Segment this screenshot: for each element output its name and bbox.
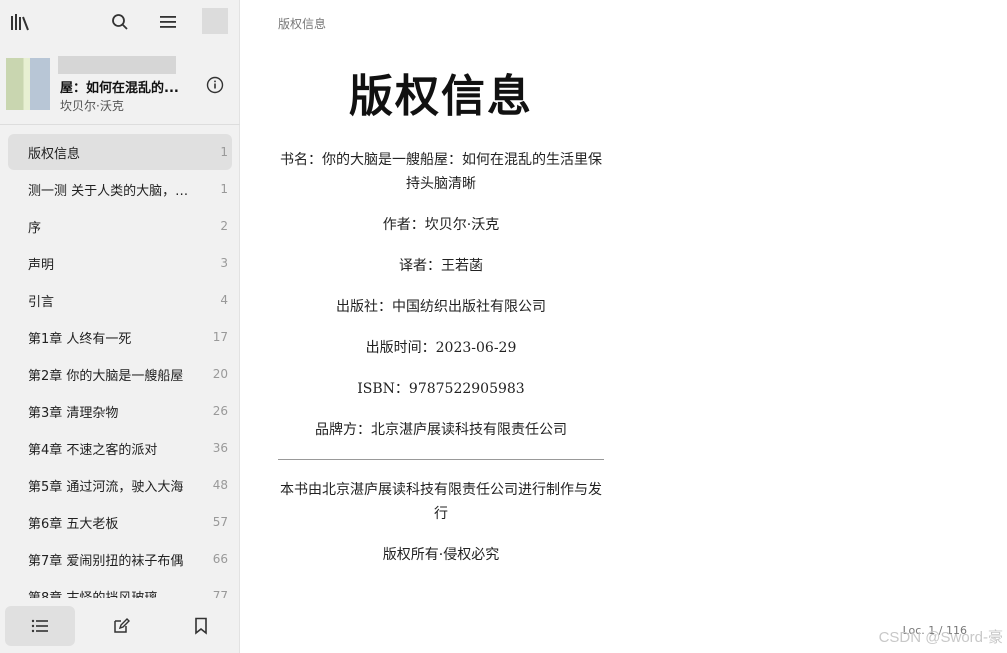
toc-item-label: 第7章 爱闹别扭的袜子布偶 — [28, 553, 184, 569]
toc-item-label: 第5章 通过河流，驶入大海 — [28, 479, 184, 495]
toc-item[interactable]: 第1章 人终有一死 17 — [8, 319, 232, 355]
info-line-publisher: 出版社：中国纺织出版社有限公司 — [336, 299, 546, 315]
toc-item-page: 57 — [212, 515, 228, 529]
toc-item-page: 48 — [212, 478, 228, 492]
info-line-author: 作者：坎贝尔·沃克 — [382, 217, 500, 233]
toc-item-page: 26 — [212, 404, 228, 418]
reader-main: 版权信息 版权信息 书名：你的大脑是一艘船屋：如何在混乱的生活里保持头脑清晰 作… — [241, 0, 1007, 653]
toc-item-label: 第4章 不速之客的派对 — [28, 442, 158, 458]
toc-item[interactable]: 第2章 你的大脑是一艘船屋 20 — [8, 356, 232, 392]
book-cover — [6, 58, 50, 110]
toc-item-page: 1 — [220, 145, 228, 159]
toc-item[interactable]: 第3章 清理杂物 26 — [8, 393, 232, 429]
chapter-header-title: 版权信息 — [278, 17, 327, 31]
toc-tab-button[interactable] — [5, 606, 75, 646]
thumbnail-placeholder[interactable] — [202, 8, 228, 34]
bookmark-tab-button[interactable] — [166, 606, 236, 646]
info-line-brand: 品牌方：北京湛庐展读科技有限责任公司 — [315, 422, 567, 438]
toc-item-page: 1 — [220, 182, 228, 196]
library-button[interactable] — [6, 8, 34, 36]
sidebar-toolbar — [0, 0, 240, 44]
notes-tab-button[interactable] — [86, 606, 156, 646]
toc-item-label: 第2章 你的大脑是一艘船屋 — [28, 368, 184, 384]
toc-item-page: 66 — [212, 552, 228, 566]
edit-icon — [114, 618, 130, 633]
toc-item-label: 第1章 人终有一死 — [28, 331, 132, 347]
toc-item-page: 17 — [212, 330, 228, 344]
book-card[interactable]: 屋：如何在混乱的... 坎贝尔·沃克 — [0, 50, 240, 122]
toc-item-page: 4 — [220, 293, 228, 307]
book-title-blurred — [58, 56, 176, 74]
toc-item[interactable]: 版权信息 1 — [8, 134, 232, 170]
toc-item[interactable]: 第4章 不速之客的派对 36 — [8, 430, 232, 466]
toc-item-label: 第8章 古怪的挡风玻璃 — [28, 590, 158, 599]
toc-item-label: 第6章 五大老板 — [28, 516, 119, 532]
book-info-button[interactable] — [206, 76, 226, 96]
copyright-note: 版权所有·侵权必究 — [382, 547, 500, 563]
toc-item[interactable]: 第8章 古怪的挡风玻璃 77 — [8, 578, 232, 598]
search-button[interactable] — [106, 8, 134, 36]
sidebar-bottom-bar — [0, 600, 240, 653]
info-line-translator: 译者：王若菡 — [399, 258, 483, 274]
library-icon — [11, 14, 29, 31]
bookmark-icon — [195, 617, 207, 635]
book-author: 坎贝尔·沃克 — [60, 99, 124, 113]
info-line-title: 书名：你的大脑是一艘船屋：如何在混乱的生活里保持头脑清晰 — [280, 152, 602, 192]
content-rule — [278, 459, 604, 460]
toc-item[interactable]: 引言 4 — [8, 282, 232, 318]
watermark: CSDN @Sword-豪 — [878, 629, 1003, 646]
sidebar: 屋：如何在混乱的... 坎贝尔·沃克 版权信息 1 测一测 关于人类的大脑，你..… — [0, 0, 240, 653]
toc-item-label: 测一测 关于人类的大脑，你... — [28, 183, 196, 199]
info-line-isbn: ISBN：9787522905983 — [357, 381, 525, 397]
info-line-date: 出版时间：2023-06-29 — [365, 340, 517, 356]
toc-item-label: 引言 — [28, 294, 55, 310]
toc-item-page: 20 — [212, 367, 228, 381]
toc-item-label: 版权信息 — [28, 146, 81, 162]
toc-item-page: 3 — [220, 256, 228, 270]
toc-item-label: 序 — [28, 220, 42, 236]
toc-item-label: 第3章 清理杂物 — [28, 405, 119, 421]
toc-item[interactable]: 第7章 爱闹别扭的袜子布偶 66 — [8, 541, 232, 577]
menu-icon — [160, 16, 176, 28]
list-icon — [31, 619, 48, 633]
menu-button[interactable] — [154, 8, 182, 36]
toc-item[interactable]: 第5章 通过河流，驶入大海 48 — [8, 467, 232, 503]
info-icon — [206, 76, 224, 94]
toc-item-page: 36 — [212, 441, 228, 455]
toc-item-label: 声明 — [28, 257, 55, 273]
toc-item-page: 77 — [212, 589, 228, 598]
sidebar-divider — [0, 124, 240, 125]
search-icon — [112, 14, 128, 30]
toc-item[interactable]: 测一测 关于人类的大脑，你... 1 — [8, 171, 232, 207]
toc-item[interactable]: 声明 3 — [8, 245, 232, 281]
page-heading: 版权信息 — [349, 71, 533, 122]
toc-item[interactable]: 第6章 五大老板 57 — [8, 504, 232, 540]
toc-item-page: 2 — [220, 219, 228, 233]
production-note: 本书由北京湛庐展读科技有限责任公司进行制作与发行 — [280, 482, 602, 522]
toc-item[interactable]: 序2 — [8, 208, 232, 244]
book-title: 屋：如何在混乱的... — [60, 81, 179, 96]
table-of-contents: 版权信息 1 测一测 关于人类的大脑，你... 1 序2 声明 3 引言 4 第1章 人… — [0, 132, 240, 598]
page-content: 版权信息 书名：你的大脑是一艘船屋：如何在混乱的生活里保持头脑清晰 作者：坎贝尔… — [278, 60, 604, 584]
